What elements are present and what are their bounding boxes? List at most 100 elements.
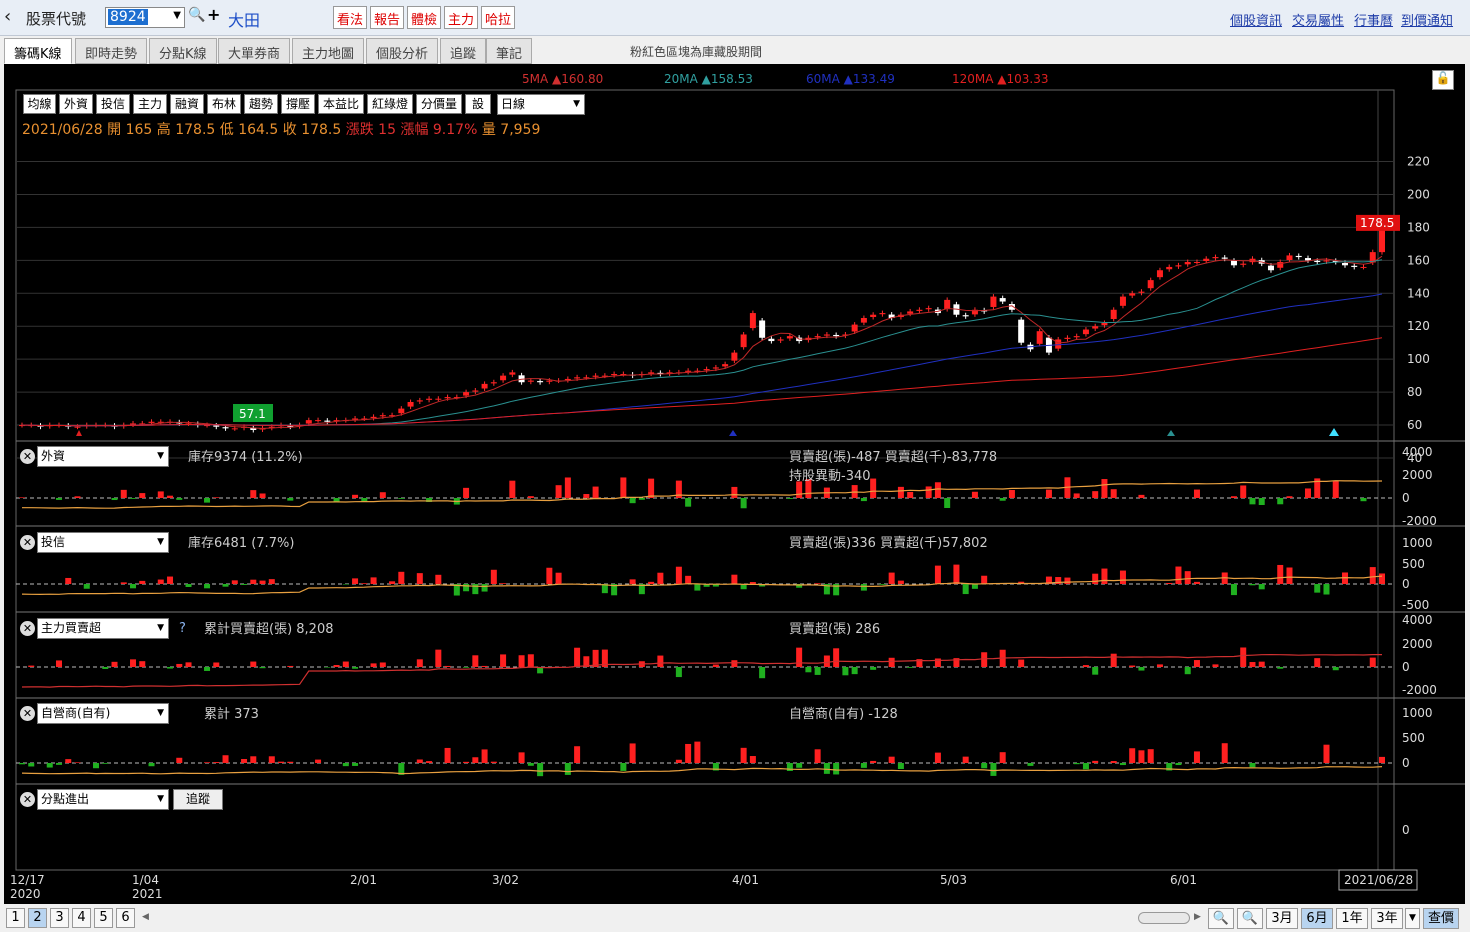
chevron-down-icon[interactable]: ▼ (173, 10, 181, 21)
candle-body (204, 425, 211, 427)
flow-bar (1277, 667, 1284, 669)
flow-bar (1221, 743, 1228, 763)
tab-chip-kline[interactable]: 籌碼K線 (4, 38, 72, 64)
stock-code-value[interactable]: 8924 (108, 9, 148, 25)
checkup-button[interactable]: 體檢 (407, 6, 442, 29)
flow-bar (1092, 760, 1099, 763)
close-icon[interactable]: ✕ (20, 535, 35, 550)
zoom-out-icon[interactable]: 🔍 (1208, 908, 1234, 929)
calendar-link[interactable]: 行事曆 (1354, 10, 1393, 29)
flow-bar (342, 661, 349, 667)
tool-pe[interactable]: 本益比 (318, 94, 364, 114)
price-alert-link[interactable]: 到價通知 (1401, 10, 1453, 29)
lock-icon[interactable]: 🔓 (1432, 70, 1454, 90)
page-1[interactable]: 1 (6, 908, 25, 928)
flow-bar (56, 660, 63, 667)
tool-trend[interactable]: 趨勢 (244, 94, 278, 114)
chart-canvas[interactable]: 220200180160140120100806040178.557.14000… (4, 64, 1465, 904)
close-icon[interactable]: ✕ (20, 706, 35, 721)
close-icon[interactable]: ✕ (20, 449, 35, 464)
flow-bar (814, 749, 821, 763)
sub-axis-tick: 0 (1402, 823, 1410, 837)
query-button[interactable]: 查價 (1423, 908, 1459, 929)
tab-large-broker[interactable]: 大單券商 (218, 38, 291, 64)
sub-axis-tick: 2000 (1402, 468, 1433, 482)
zoom-slider[interactable] (1138, 912, 1190, 924)
page-4[interactable]: 4 (72, 908, 91, 928)
ohlc-close: 收 178.5 (282, 122, 342, 138)
main-force-button[interactable]: 主力 (444, 6, 479, 29)
scroll-right-icon[interactable]: ▶ (1194, 912, 1201, 922)
scroll-left-icon[interactable]: ◀ (142, 912, 149, 922)
tool-support[interactable]: 撐壓 (281, 94, 315, 114)
range-6m[interactable]: 6月 (1301, 908, 1333, 929)
flow-bar (1323, 584, 1330, 595)
add-icon[interactable]: + (207, 5, 220, 24)
tool-ma[interactable]: 均線 (23, 94, 56, 114)
tab-stock-analysis[interactable]: 個股分析 (366, 38, 439, 64)
range-more-icon[interactable]: ▼ (1405, 908, 1420, 929)
flow-bar (685, 575, 692, 584)
report-button[interactable]: 報告 (370, 6, 405, 29)
help-icon[interactable]: ? (179, 621, 186, 636)
tool-settings[interactable]: 設 (465, 94, 491, 114)
flow-bar (731, 486, 738, 498)
tool-price-volume[interactable]: 分價量 (416, 94, 462, 114)
flow-bar (620, 763, 627, 771)
tab-notes[interactable]: 筆記 (486, 38, 533, 64)
page-6[interactable]: 6 (116, 908, 135, 928)
tab-branch-kline[interactable]: 分點K線 (149, 38, 217, 64)
tool-foreign[interactable]: 外資 (59, 94, 93, 114)
trade-attr-link[interactable]: 交易屬性 (1292, 10, 1344, 29)
tab-realtime[interactable]: 即時走勢 (75, 38, 148, 64)
top-bar: ‹ 股票代號 8924 ▼ 🔍 + 大田 看法 報告 體檢 主力 哈拉 個股資訊… (0, 0, 1470, 36)
candle-body (1341, 262, 1348, 266)
trust-inventory: 庫存6481 (7.7%) (188, 536, 295, 551)
search-icon[interactable]: 🔍 (188, 7, 205, 23)
page-2[interactable]: 2 (28, 908, 47, 928)
tool-traffic-light[interactable]: 紅綠燈 (367, 94, 413, 114)
tab-track[interactable]: 追蹤 (440, 38, 487, 64)
stock-code-input[interactable]: 8924 ▼ (105, 7, 185, 28)
tool-bollinger[interactable]: 布林 (207, 94, 241, 114)
flow-bar (352, 667, 359, 669)
dealer-select[interactable]: 自營商(自有) ▼ (37, 703, 169, 724)
view-button[interactable]: 看法 (333, 6, 368, 29)
hala-button[interactable]: 哈拉 (481, 6, 516, 29)
flow-bar (897, 763, 904, 769)
page-3[interactable]: 3 (50, 908, 69, 928)
flow-bar (416, 659, 423, 667)
track-button[interactable]: 追蹤 (173, 789, 223, 810)
price-tick: 100 (1407, 352, 1430, 366)
tool-trust[interactable]: 投信 (96, 94, 130, 114)
stock-info-link[interactable]: 個股資訊 (1230, 10, 1282, 29)
close-icon[interactable]: ✕ (20, 792, 35, 807)
flow-bar (444, 747, 451, 763)
main-select[interactable]: 主力買賣超 ▼ (37, 618, 169, 639)
zoom-in-icon[interactable]: 🔍 (1237, 908, 1263, 929)
candle-body (722, 364, 729, 367)
candle-body (537, 381, 544, 383)
range-3m[interactable]: 3月 (1266, 908, 1298, 929)
flow-bar (740, 498, 747, 509)
range-1y[interactable]: 1年 (1336, 908, 1368, 929)
range-3y[interactable]: 3年 (1371, 908, 1403, 929)
candle-body (324, 420, 331, 422)
page-5[interactable]: 5 (94, 908, 113, 928)
close-icon[interactable]: ✕ (20, 621, 35, 636)
ohlc-info: 2021/06/28 開 165 高 178.5 低 164.5 收 178.5… (22, 119, 540, 139)
tool-margin[interactable]: 融資 (170, 94, 204, 114)
chart-area[interactable]: 220 200 180 160 140 120 100 80 60 40 178.5 57.1 4000… (4, 64, 1465, 904)
tool-main[interactable]: 主力 (133, 94, 167, 114)
flow-bar (342, 763, 349, 767)
period-select[interactable]: 日線 ▼ (497, 94, 585, 115)
flow-bar (1110, 761, 1117, 763)
back-icon[interactable]: ‹ (4, 6, 11, 27)
branch-select[interactable]: 分點進出 ▼ (37, 789, 169, 810)
candle-body (1184, 262, 1191, 265)
foreign-select[interactable]: 外資 ▼ (37, 446, 169, 467)
sub-axis-tick: 4000 (1402, 613, 1433, 627)
trust-select[interactable]: 投信 ▼ (37, 532, 169, 553)
candle-body (592, 375, 599, 377)
tab-main-map[interactable]: 主力地圖 (292, 38, 365, 64)
